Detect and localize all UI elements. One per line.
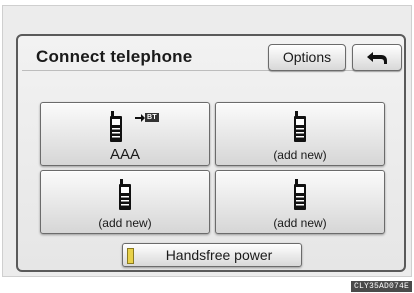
power-indicator <box>127 248 134 264</box>
phone-icon <box>294 179 306 210</box>
phone-slot-3[interactable]: (add new) <box>40 170 210 234</box>
back-button[interactable] <box>352 44 402 71</box>
handsfree-power-button[interactable]: Handsfree power <box>122 243 302 267</box>
figure-code: CLY35AD074E <box>350 281 412 292</box>
phone-slot-2[interactable]: (add new) <box>215 102 385 166</box>
phone-slot-label: AAA <box>109 146 140 163</box>
phone-slot-label: (add new) <box>273 148 327 162</box>
phone-slot-label: (add new) <box>273 216 327 230</box>
phone-slot-4[interactable]: (add new) <box>215 170 385 234</box>
return-arrow-icon <box>367 52 387 64</box>
handsfree-power-label: Handsfree power <box>165 247 273 263</box>
page-title: Connect telephone <box>36 47 193 66</box>
phone-icon <box>119 179 131 210</box>
connect-telephone-screen: Connect telephone Options BT AAA (add ne… <box>16 34 406 272</box>
screen-header: Connect telephone Options <box>22 40 402 71</box>
connection-arrow-icon <box>135 114 145 122</box>
phone-slot-1[interactable]: BT AAA <box>40 102 210 166</box>
options-button[interactable]: Options <box>268 44 346 71</box>
phone-icon <box>294 111 306 142</box>
bluetooth-badge: BT <box>145 113 159 122</box>
phone-slot-label: (add new) <box>98 216 152 230</box>
phone-icon <box>110 111 122 142</box>
